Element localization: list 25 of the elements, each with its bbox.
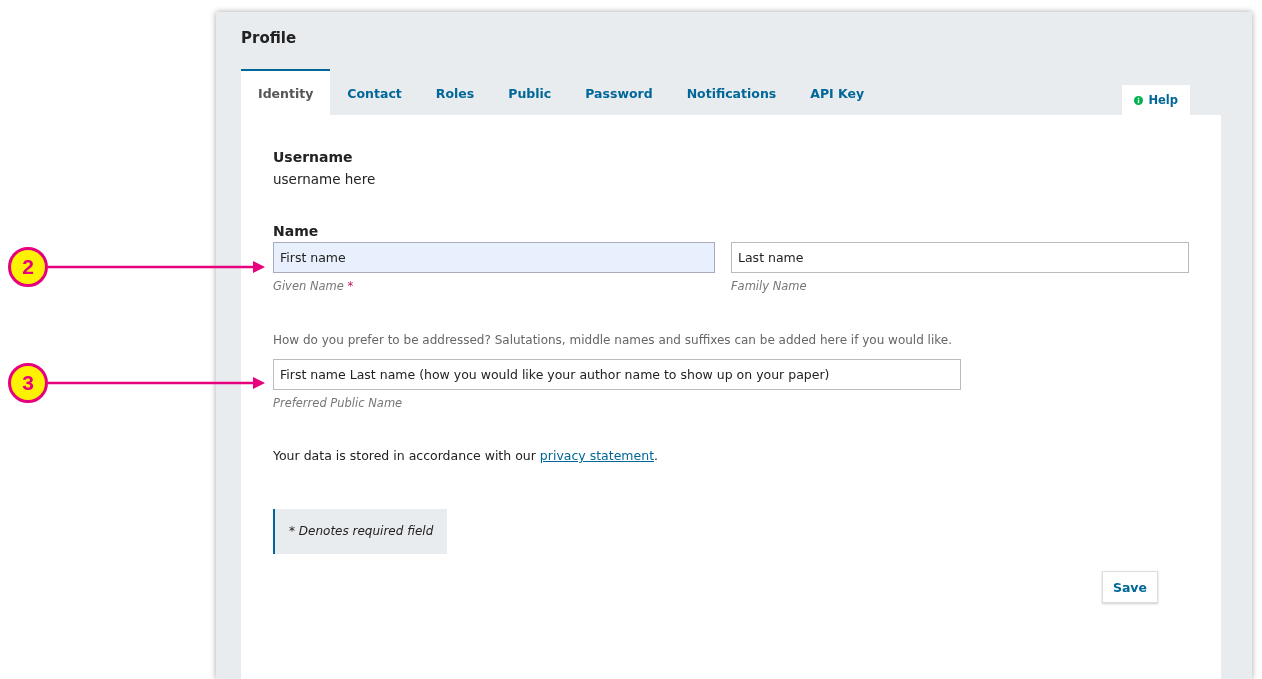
text-field[interactable]: First name [273, 242, 715, 273]
tab[interactable]: Public [491, 69, 569, 115]
field-hint: Preferred Public Name [273, 396, 404, 410]
save-button[interactable]: Save [1101, 571, 1158, 603]
tab[interactable]: Identity [241, 69, 331, 115]
field-hint: Family Name [731, 279, 808, 293]
tab[interactable]: Roles [418, 69, 492, 115]
info-icon [1134, 95, 1144, 105]
text-field[interactable]: Last name [731, 242, 1189, 273]
help-tab[interactable]: Help [1122, 85, 1190, 115]
field-label: Name [273, 223, 320, 239]
callout-badge: 3 [8, 363, 48, 403]
field-hint: Given Name * [273, 279, 355, 293]
page-title: Profile [241, 29, 298, 49]
privacy-text: Your data is stored in accordance with our privacy statement. [273, 448, 660, 463]
callout-badge: 2 [8, 247, 48, 287]
tab[interactable]: Password [568, 69, 670, 115]
text-field[interactable]: First name Last name (how you would like your author name to show up on your paper) [273, 359, 961, 390]
tab[interactable]: Notifications [669, 69, 794, 115]
username-value: username here [273, 171, 377, 187]
tab[interactable]: API Key [793, 69, 882, 115]
field-description: How do you prefer to be addressed? Salutations, middle names and suffixes can be added here if you would like. [273, 333, 953, 347]
required-note: * Denotes required field [273, 509, 448, 554]
field-label: Username [273, 149, 354, 165]
tab[interactable]: Contact [330, 69, 419, 115]
